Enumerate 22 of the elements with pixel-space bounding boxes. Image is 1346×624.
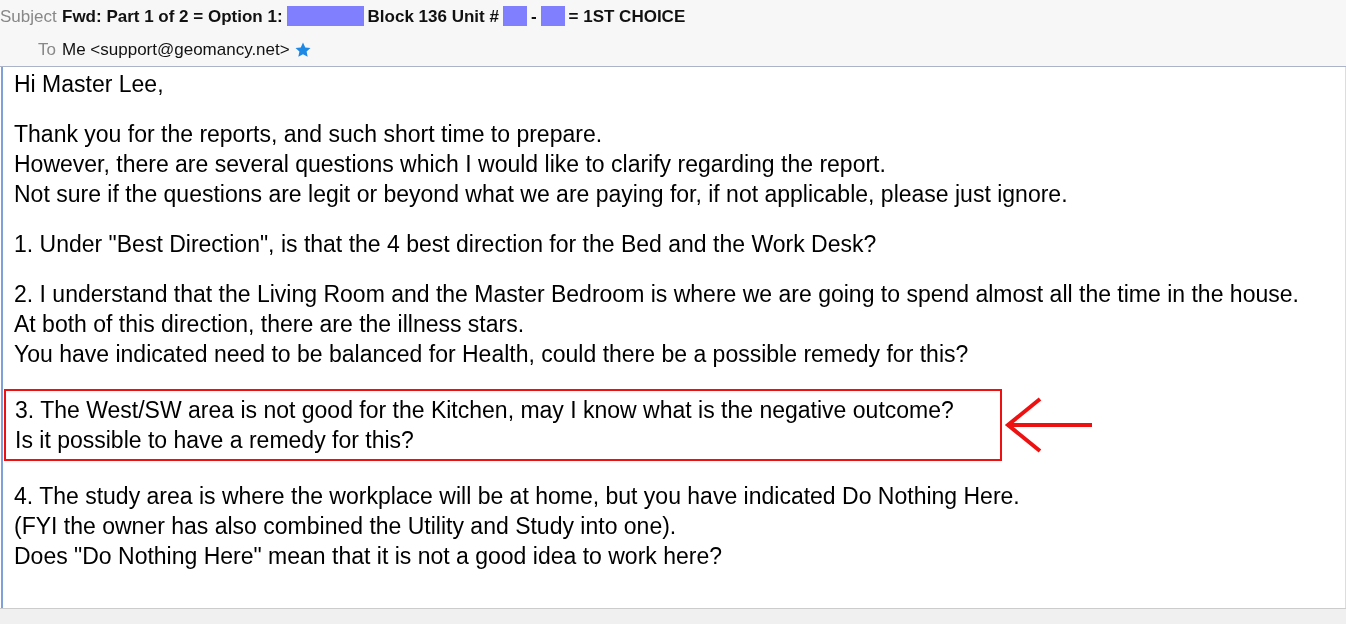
- subject-label: Subject: [0, 5, 58, 28]
- recipient[interactable]: Me <support@geomancy.net>: [62, 37, 290, 63]
- body-line: 4. The study area is where the workplace will be at home, but you have indicated Do Nothing Here.: [14, 482, 1020, 511]
- redaction-block: [502, 6, 527, 27]
- body-line: Is it possible to have a remedy for this?: [15, 426, 414, 455]
- body-line: (FYI the owner has also combined the Utility and Study into one).: [14, 512, 677, 541]
- greeting: Hi Master Lee,: [14, 70, 164, 99]
- redaction-block: [540, 6, 565, 27]
- body-line: However, there are several questions which I would like to clarify regarding the report.: [14, 150, 886, 179]
- subject-text: Block 136 Unit #: [367, 5, 499, 28]
- body-line: Not sure if the questions are legit or beyond what we are paying for, if not applicable, please just ignore.: [14, 180, 1068, 209]
- subject-text: -: [530, 5, 537, 28]
- to-label: To: [37, 39, 57, 61]
- body-line: Thank you for the reports, and such short time to prepare.: [14, 120, 603, 149]
- subject-text: Fwd: Part 1 of 2 = Option 1:: [62, 5, 283, 28]
- body-line: 2. I understand that the Living Room and the Master Bedroom is where we are going to spend almost all the time in the house.: [14, 280, 1299, 309]
- body-line: You have indicated need to be balanced for Health, could there be a possible remedy for this?: [14, 340, 969, 369]
- subject-text: = 1ST CHOICE: [568, 5, 686, 28]
- body-line: At both of this direction, there are the illness stars.: [14, 310, 525, 339]
- body-line: 1. Under "Best Direction", is that the 4 best direction for the Bed and the Work Desk?: [14, 230, 877, 259]
- body-line: 3. The West/SW area is not good for the Kitchen, may I know what is the negative outcome?: [15, 396, 954, 425]
- body-line: Does "Do Nothing Here" mean that it is not a good idea to work here?: [14, 542, 722, 571]
